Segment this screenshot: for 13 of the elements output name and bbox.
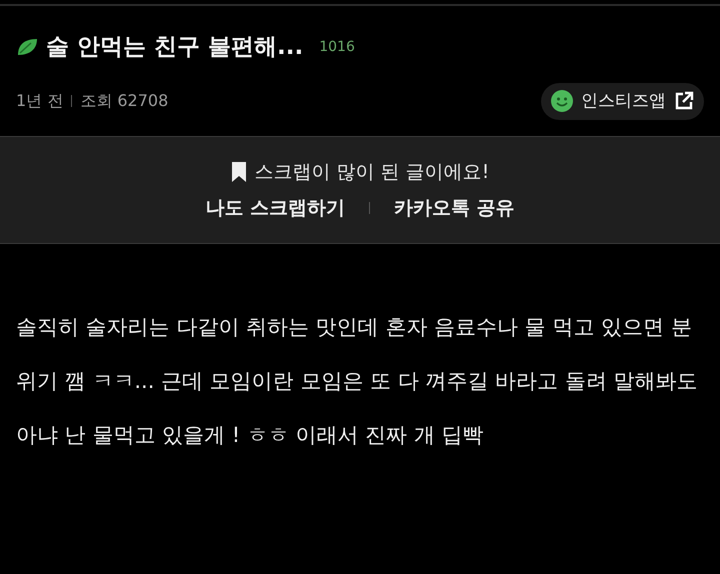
share-button[interactable]: 카카오톡 공유 (394, 194, 515, 222)
scrap-button[interactable]: 나도 스크랩하기 (205, 194, 345, 222)
post-body: 솔직히 술자리는 다같이 취하는 맛인데 혼자 음료수나 물 먹고 있으면 분위기 깸 ㅋㅋ... 근데 모임이란 모임은 또 다 껴주길 바라고 돌려 말해봐도 아냐 난 물먹고 있을게 ! ㅎㅎ 이래서 진짜 개 딥빡 (16, 314, 698, 449)
post-time: 1년 전 (16, 90, 64, 112)
comment-count: 1016 (319, 38, 355, 57)
post-title: 술 안먹는 친구 불편해... (46, 33, 304, 62)
leaf-icon (16, 37, 38, 58)
bookmark-icon (230, 160, 247, 183)
scrap-notice: 스크랩이 많이 된 글이에요! (254, 160, 490, 184)
view-count: 조회 62708 (80, 90, 168, 112)
app-link-button[interactable]: 인스티즈앱 (541, 82, 704, 120)
external-link-icon (674, 91, 694, 112)
smiley-icon (551, 90, 573, 112)
